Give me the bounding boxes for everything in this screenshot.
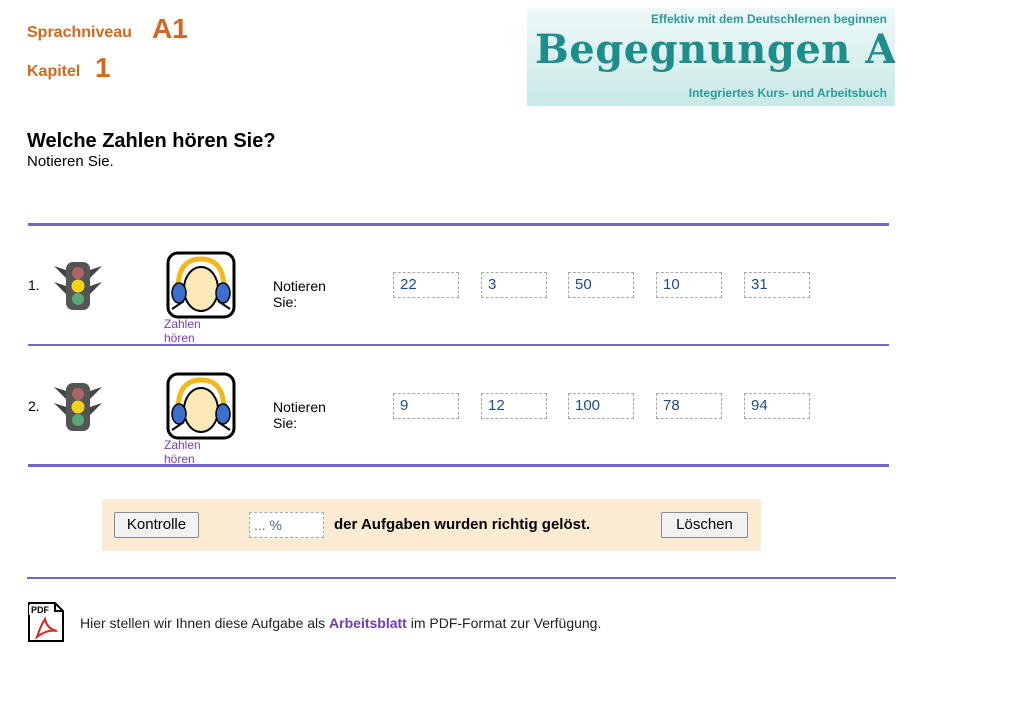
check-button[interactable]: Kontrolle <box>114 512 199 538</box>
answer-input-2-2[interactable]: 12 <box>481 393 547 419</box>
answer-input-2-5[interactable]: 94 <box>744 393 810 419</box>
banner-tagline: Effektiv mit dem Deutschlernen beginnen <box>650 12 887 26</box>
answer-input-2-1[interactable]: 9 <box>393 393 459 419</box>
divider <box>27 577 896 579</box>
task-instruction: Notieren Sie. <box>27 153 114 170</box>
headphones-icon[interactable] <box>166 251 236 319</box>
result-text: der Aufgaben wurden richtig gelöst. <box>334 516 591 533</box>
answer-input-1-3[interactable]: 50 <box>568 272 634 298</box>
answer-input-1-1[interactable]: 22 <box>393 272 459 298</box>
traffic-light-icon <box>54 383 102 431</box>
chapter-value: 1 <box>95 52 111 83</box>
banner-title-text: Begegnungen A1 <box>535 26 895 73</box>
answer-input-1-5[interactable]: 31 <box>744 272 810 298</box>
chapter-label: Kapitel <box>27 63 81 80</box>
traffic-light-icon <box>54 262 102 310</box>
headphones-icon[interactable] <box>166 372 236 440</box>
hear-numbers-link[interactable]: Zahlen hören <box>164 317 201 345</box>
notieren-label: Notieren Sie: <box>273 399 326 431</box>
course-banner: Effektiv mit dem Deutschlernen beginnen … <box>527 8 895 106</box>
pdf-download-text: Hier stellen wir Ihnen diese Aufgabe als… <box>80 615 601 631</box>
check-panel: Kontrolle ... % der Aufgaben wurden rich… <box>102 499 761 551</box>
divider <box>28 223 889 226</box>
clear-button[interactable]: Löschen <box>661 512 748 538</box>
answer-input-1-2[interactable]: 3 <box>481 272 547 298</box>
answer-input-2-3[interactable]: 100 <box>568 393 634 419</box>
worksheet-link[interactable]: Arbeitsblatt <box>329 615 407 631</box>
task-question: Welche Zahlen hören Sie? <box>27 130 276 152</box>
divider <box>28 344 889 346</box>
exercise-number: 1. <box>28 277 40 293</box>
pdf-text-before: Hier stellen wir Ihnen diese Aufgabe als <box>80 615 326 631</box>
level-label: Sprachniveau <box>27 24 132 41</box>
answer-input-2-4[interactable]: 78 <box>656 393 722 419</box>
level-value: A1 <box>152 13 188 44</box>
banner-title: Begegnungen A1+ <box>535 26 895 73</box>
answer-input-1-4[interactable]: 10 <box>656 272 722 298</box>
pdf-icon[interactable]: PDF <box>27 601 65 643</box>
notieren-label: Notieren Sie: <box>273 278 326 310</box>
score-percent-field: ... % <box>249 512 324 538</box>
exercise-number: 2. <box>28 398 40 414</box>
banner-subtitle: Integriertes Kurs- und Arbeitsbuch <box>688 86 887 100</box>
divider <box>28 464 889 467</box>
pdf-icon-label: PDF <box>31 605 50 615</box>
pdf-text-after: im PDF-Format zur Verfügung. <box>410 615 602 631</box>
hear-numbers-link[interactable]: Zahlen hören <box>164 438 201 466</box>
